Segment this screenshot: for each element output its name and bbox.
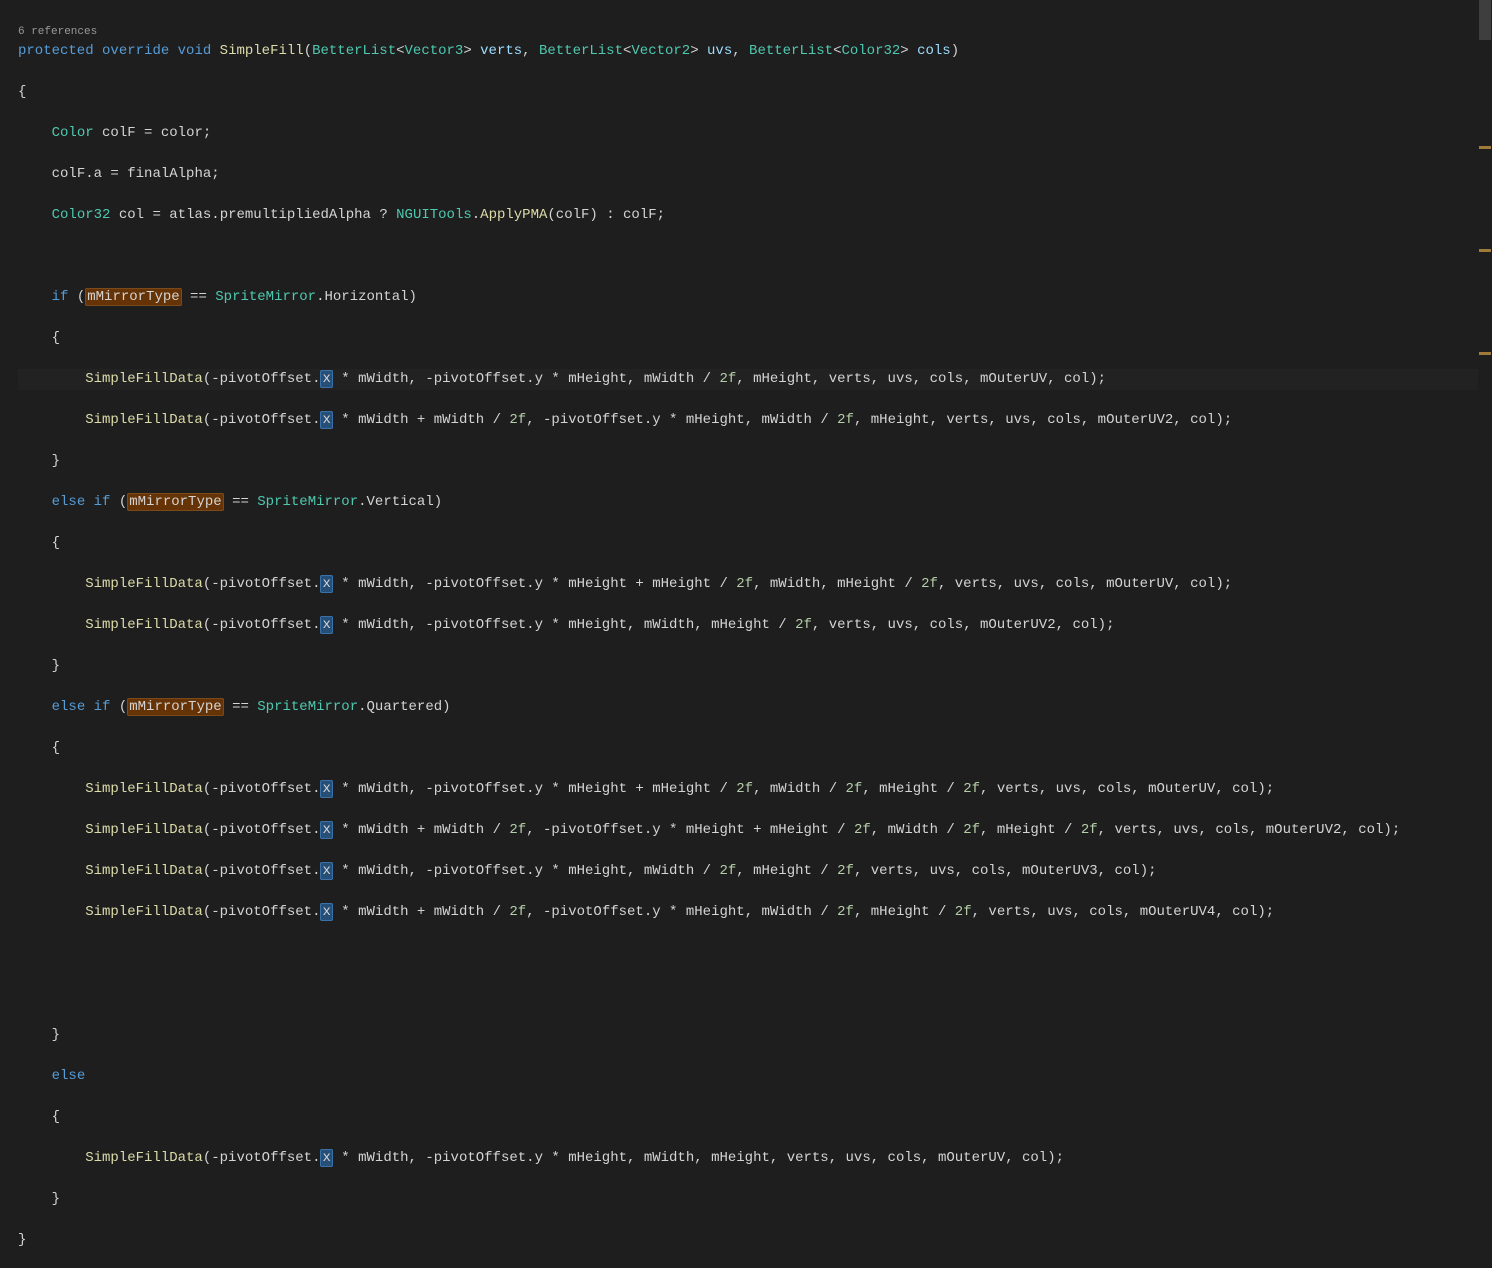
scrollbar-match-marker bbox=[1479, 146, 1491, 149]
code-line: { bbox=[18, 533, 1492, 554]
highlighted-x: x bbox=[320, 411, 332, 429]
code-line bbox=[18, 943, 1492, 964]
highlighted-x: x bbox=[320, 1149, 332, 1167]
highlighted-x: x bbox=[320, 821, 332, 839]
code-line: colF.a = finalAlpha; bbox=[18, 164, 1492, 185]
scrollbar-match-marker bbox=[1479, 249, 1491, 252]
scrollbar-thumb[interactable] bbox=[1479, 0, 1491, 40]
highlighted-x: x bbox=[320, 616, 332, 634]
code-line: { bbox=[18, 82, 1492, 103]
vertical-scrollbar[interactable] bbox=[1478, 0, 1492, 634]
highlighted-x: x bbox=[320, 575, 332, 593]
code-line: if (mMirrorType == SpriteMirror.Horizont… bbox=[18, 287, 1492, 308]
code-line: else if (mMirrorType == SpriteMirror.Qua… bbox=[18, 697, 1492, 718]
code-line: SimpleFillData(-pivotOffset.x * mWidth +… bbox=[18, 820, 1492, 841]
code-line: } bbox=[18, 1025, 1492, 1046]
code-line: SimpleFillData(-pivotOffset.x * mWidth, … bbox=[18, 615, 1492, 636]
highlighted-x: x bbox=[320, 903, 332, 921]
highlighted-x: x bbox=[320, 780, 332, 798]
code-line: { bbox=[18, 738, 1492, 759]
code-line: SimpleFillData(-pivotOffset.x * mWidth, … bbox=[18, 779, 1492, 800]
highlighted-field: mMirrorType bbox=[127, 493, 223, 511]
code-line bbox=[18, 984, 1492, 1005]
code-line: SimpleFillData(-pivotOffset.x * mWidth +… bbox=[18, 410, 1492, 431]
code-line: protected override void SimpleFill(Bette… bbox=[18, 41, 1492, 62]
code-line-current: SimpleFillData(-pivotOffset.x * mWidth, … bbox=[18, 369, 1492, 390]
code-line: Color colF = color; bbox=[18, 123, 1492, 144]
code-line: else bbox=[18, 1066, 1492, 1087]
code-line: SimpleFillData(-pivotOffset.x * mWidth, … bbox=[18, 1148, 1492, 1169]
code-line: SimpleFillData(-pivotOffset.x * mWidth, … bbox=[18, 574, 1492, 595]
highlighted-x: x bbox=[320, 862, 332, 880]
code-line bbox=[18, 246, 1492, 267]
code-line: SimpleFillData(-pivotOffset.x * mWidth +… bbox=[18, 902, 1492, 923]
code-line: SimpleFillData(-pivotOffset.x * mWidth, … bbox=[18, 861, 1492, 882]
code-line: } bbox=[18, 656, 1492, 677]
code-line: } bbox=[18, 451, 1492, 472]
code-line: { bbox=[18, 1107, 1492, 1128]
codelens-references[interactable]: 6 references bbox=[18, 26, 97, 38]
highlighted-x: x bbox=[320, 370, 332, 388]
code-line: } bbox=[18, 1230, 1492, 1251]
code-line: { bbox=[18, 328, 1492, 349]
scrollbar-match-marker bbox=[1479, 352, 1491, 355]
code-line: Color32 col = atlas.premultipliedAlpha ?… bbox=[18, 205, 1492, 226]
code-editor[interactable]: 6 references protected override void Sim… bbox=[0, 0, 1492, 1268]
code-line: } bbox=[18, 1189, 1492, 1210]
highlighted-field: mMirrorType bbox=[85, 288, 181, 306]
code-line: else if (mMirrorType == SpriteMirror.Ver… bbox=[18, 492, 1492, 513]
highlighted-field: mMirrorType bbox=[127, 698, 223, 716]
